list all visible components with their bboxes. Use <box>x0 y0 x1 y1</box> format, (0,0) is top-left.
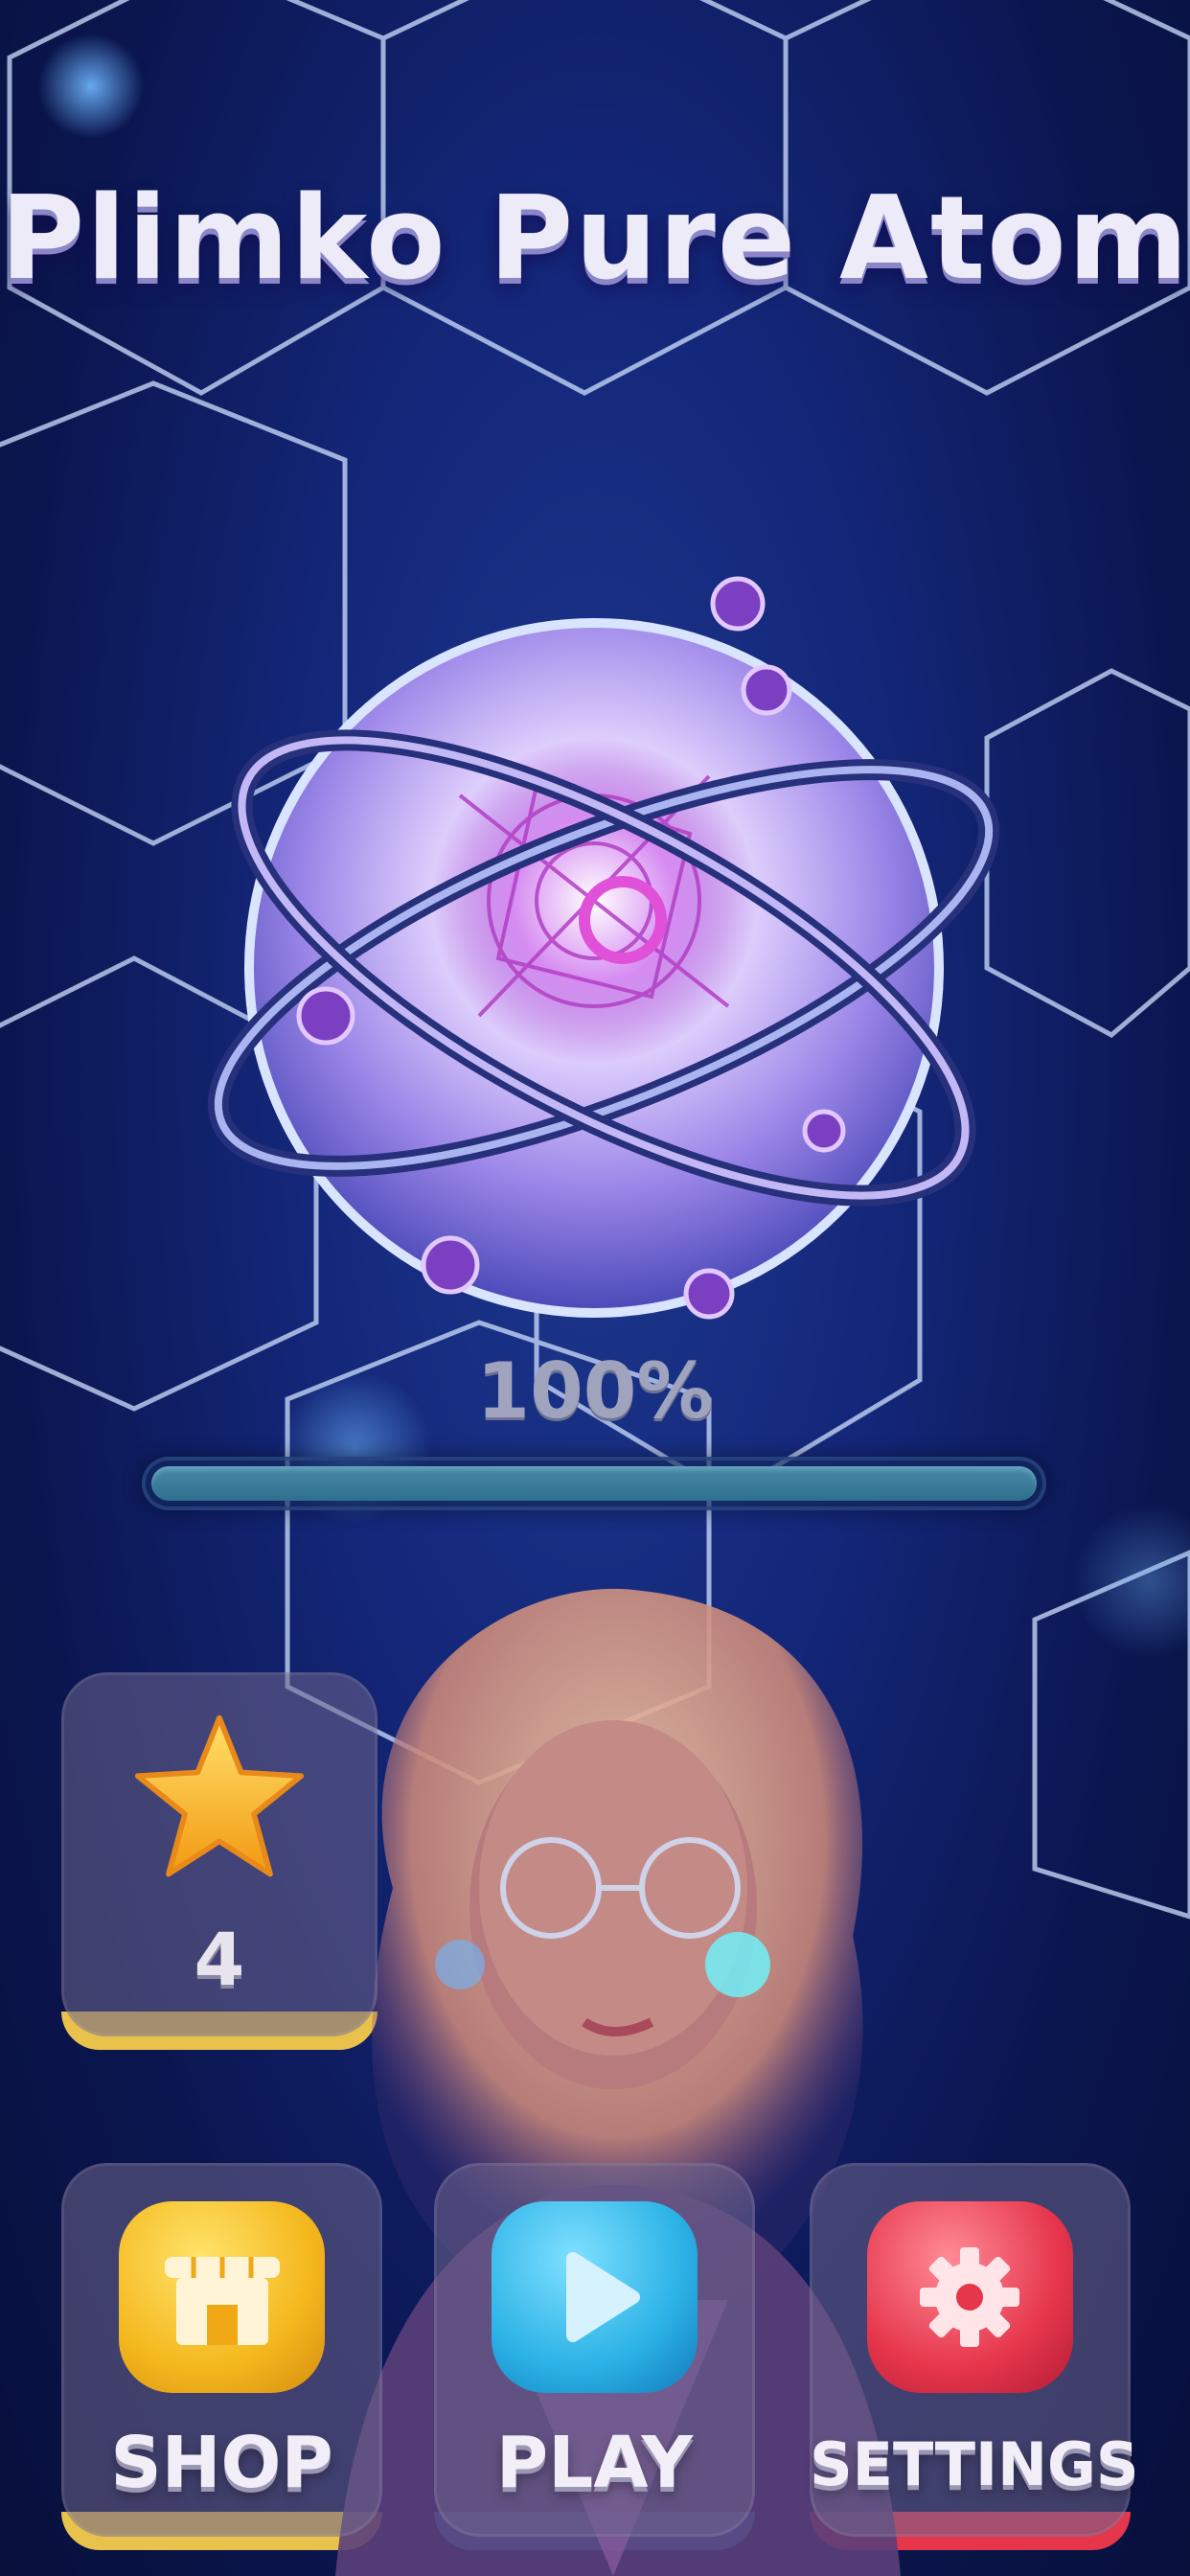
settings-button[interactable]: SETTINGS <box>810 2163 1139 2550</box>
stars-count: 4 <box>194 1917 245 2002</box>
atom-sphere-image <box>207 576 1000 1320</box>
play-icon <box>492 2201 698 2393</box>
game-title: Plimko Pure Atom <box>0 172 1190 306</box>
store-icon <box>119 2201 325 2393</box>
loading-progress-bar <box>142 1457 1046 1510</box>
loading-percent: 100% <box>476 1346 714 1436</box>
shop-button[interactable]: SHOP <box>61 2163 382 2550</box>
settings-label: SETTINGS <box>810 2429 1139 2499</box>
stars-counter: 4 <box>61 1672 378 2050</box>
gear-icon <box>867 2201 1073 2393</box>
shop-label: SHOP <box>110 2422 333 2504</box>
play-label: PLAY <box>495 2422 694 2504</box>
play-button[interactable]: PLAY <box>434 2163 755 2550</box>
star-icon <box>134 1714 305 1877</box>
loading-progress-fill <box>151 1466 1037 1501</box>
